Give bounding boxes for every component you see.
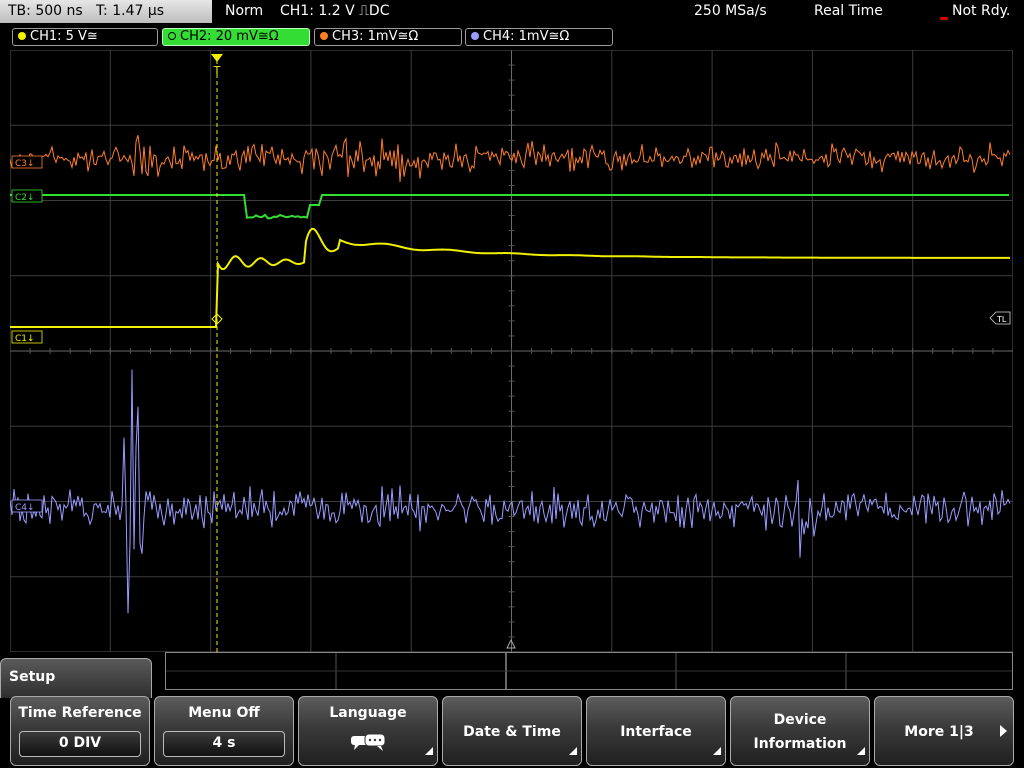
- ch3-offset-marker[interactable]: C3↓: [11, 155, 43, 169]
- ch1-dot-icon: [18, 32, 26, 40]
- interface-button[interactable]: Interface: [586, 696, 726, 766]
- menu-off-label: Menu Off: [188, 705, 260, 721]
- timebase-value: TB: 500 ns: [8, 3, 83, 19]
- ch4-label: CH4: 1mV≅Ω: [483, 29, 570, 44]
- language-label: Language: [329, 705, 407, 721]
- channel-tab-ch3[interactable]: CH3: 1mV≅Ω: [314, 28, 462, 46]
- menu-off-value: 4 s: [163, 731, 285, 757]
- device-information-label-line1: Device: [773, 712, 827, 728]
- date-time-button[interactable]: Date & Time: [442, 696, 582, 766]
- menu-title-setup: Setup: [0, 658, 152, 698]
- more-label: More 1|3: [904, 724, 974, 740]
- submenu-indicator-icon: [857, 747, 865, 755]
- ch2-offset-marker[interactable]: C2↓: [11, 189, 43, 203]
- ch1-offset-marker[interactable]: C1↓: [11, 330, 43, 344]
- menu-off-button[interactable]: Menu Off 4 s: [154, 696, 294, 766]
- trigger-level-text: TL: [996, 315, 1007, 324]
- waveform-display[interactable]: T C3↓ C2↓ C1↓ C4↓ TL: [10, 50, 1013, 652]
- zoom-overview-area: [165, 652, 1013, 690]
- trigger-mode[interactable]: Norm: [225, 3, 263, 19]
- device-information-button[interactable]: Device Information: [730, 696, 870, 766]
- ch3-marker-text: C3↓: [15, 159, 35, 169]
- date-time-label: Date & Time: [463, 724, 561, 740]
- time-reference-button[interactable]: Time Reference 0 DIV: [10, 696, 150, 766]
- acquisition-mode: Real Time: [814, 3, 883, 19]
- time-reference-label: Time Reference: [18, 705, 142, 721]
- channel-tab-ch2[interactable]: CH2: 20 mV≅Ω: [162, 28, 310, 46]
- ch3-label: CH3: 1mV≅Ω: [332, 29, 419, 44]
- sample-rate: 250 MSa/s: [694, 3, 767, 19]
- ch1-label: CH1: 5 V≅: [30, 29, 98, 44]
- ch4-offset-marker[interactable]: C4↓: [11, 499, 43, 513]
- trigger-pos-text: T: [213, 64, 221, 77]
- submenu-indicator-icon: [425, 747, 433, 755]
- time-offset-value: T: 1.47 µs: [96, 3, 165, 19]
- ch1-marker-text: C1↓: [15, 334, 35, 344]
- interface-label: Interface: [620, 724, 692, 740]
- status-bar: TB: 500 ns T: 1.47 µs Norm CH1: 1.2 V ⎍D…: [0, 0, 1024, 24]
- timebase-box[interactable]: TB: 500 ns T: 1.47 µs: [0, 0, 212, 23]
- device-information-label-line2: Information: [753, 736, 847, 752]
- submenu-indicator-icon: [569, 747, 577, 755]
- speech-bubbles-icon: [351, 733, 386, 751]
- ch4-dot-icon: [471, 32, 479, 40]
- channel-tab-ch1[interactable]: CH1: 5 V≅: [12, 28, 158, 46]
- channel-tab-ch4[interactable]: CH4: 1mV≅Ω: [465, 28, 613, 46]
- trigger-source[interactable]: CH1: 1.2 V ⎍DC: [280, 3, 389, 19]
- ready-status: Not Rdy.: [952, 3, 1011, 19]
- arrow-right-icon: [1000, 725, 1007, 737]
- ch2-dot-icon: [168, 32, 176, 40]
- not-ready-indicator-icon: [940, 17, 948, 20]
- submenu-indicator-icon: [713, 747, 721, 755]
- ch2-label: CH2: 20 mV≅Ω: [180, 29, 279, 44]
- time-reference-value: 0 DIV: [19, 731, 141, 757]
- more-button[interactable]: More 1|3: [874, 696, 1014, 766]
- language-button[interactable]: Language: [298, 696, 438, 766]
- ch2-marker-text: C2↓: [15, 193, 35, 203]
- ch3-dot-icon: [320, 32, 328, 40]
- ch4-marker-text: C4↓: [15, 503, 35, 513]
